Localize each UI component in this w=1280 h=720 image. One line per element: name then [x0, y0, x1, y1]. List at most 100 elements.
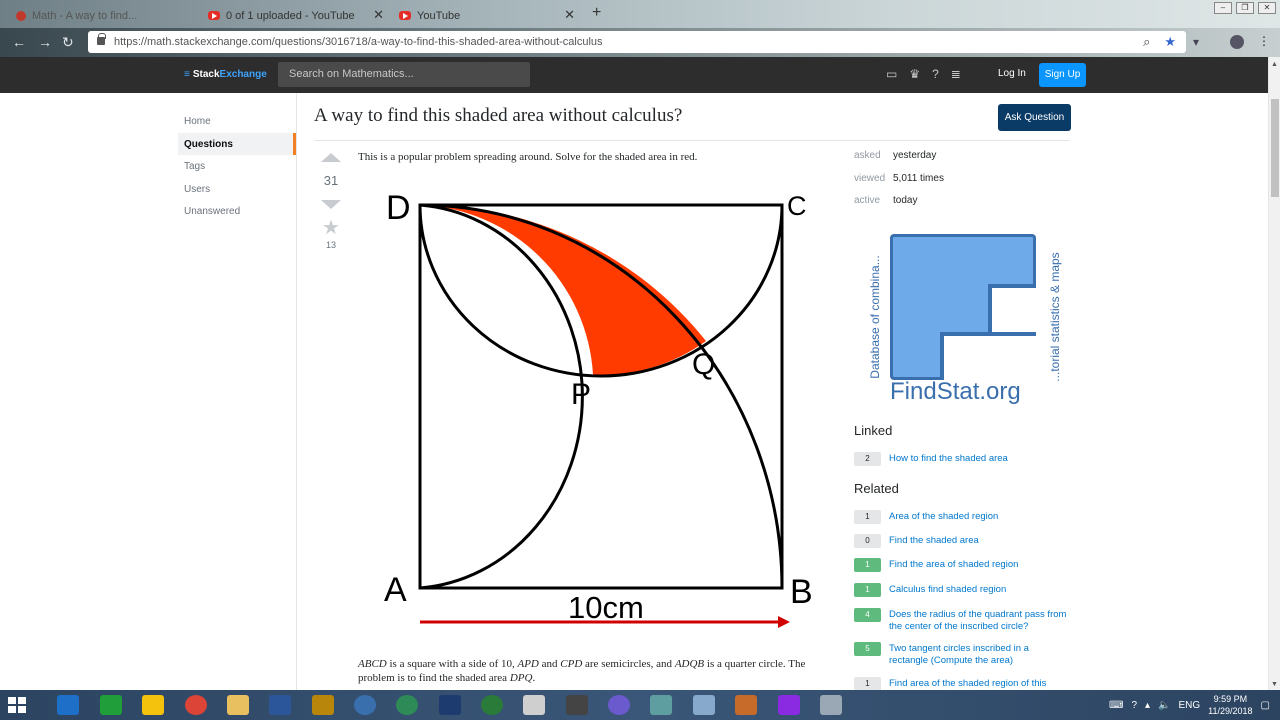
favorite-star-icon[interactable]: ★	[318, 215, 344, 240]
clock-time: 9:59 PM	[1213, 694, 1248, 704]
address-bar[interactable]: https://math.stackexchange.com/questions…	[88, 31, 1186, 53]
related-item[interactable]: 1 Area of the shaded region	[854, 510, 1070, 524]
related-link[interactable]: Find the shaded area	[889, 534, 979, 548]
close-tab-icon[interactable]: ✕	[564, 7, 575, 23]
related-heading: Related	[854, 481, 899, 496]
store-app-icon[interactable]	[100, 695, 122, 715]
stat-value: 5,011 times	[893, 172, 944, 184]
search-input[interactable]: Search on Mathematics...	[278, 62, 530, 87]
bookmark-star-icon[interactable]: ★	[1164, 34, 1176, 50]
app-icon[interactable]	[778, 695, 800, 715]
keyboard-icon[interactable]: ⌨	[1109, 700, 1123, 711]
label-a: A	[384, 571, 407, 609]
related-item[interactable]: 1 Find area of the shaded region of this	[854, 677, 1070, 691]
volume-icon[interactable]: 🔈	[1158, 700, 1170, 711]
app-icon[interactable]	[439, 695, 461, 715]
app-icon[interactable]	[523, 695, 545, 715]
related-item[interactable]: 1 Find the area of shaded region	[854, 558, 1070, 572]
file-explorer-icon[interactable]	[227, 695, 249, 715]
nav-item-users[interactable]: Users	[178, 178, 296, 200]
app-icon[interactable]	[354, 695, 376, 715]
related-link[interactable]: Find the area of shaded region	[889, 558, 1018, 572]
related-item[interactable]: 0 Find the shaded area	[854, 534, 1070, 548]
help-icon[interactable]: ?	[932, 67, 939, 81]
browser-tab-active[interactable]: YouTube ✕	[391, 3, 579, 28]
tray-overflow-icon[interactable]: ▴	[1145, 700, 1150, 711]
chrome-app-icon[interactable]	[185, 695, 207, 715]
page-scrollbar[interactable]: ▲ ▼	[1268, 57, 1280, 690]
close-tab-icon[interactable]: ✕	[373, 7, 384, 23]
forward-icon[interactable]: →	[38, 34, 52, 50]
related-item[interactable]: 5 Two tangent circles inscribed in a rec…	[854, 642, 1070, 667]
windows-start-icon[interactable]	[8, 697, 26, 713]
stat-value[interactable]: today	[893, 195, 917, 218]
menu-icon[interactable]: ⋮	[1258, 34, 1270, 48]
downvote-arrow-icon[interactable]	[321, 200, 341, 209]
extension-icon[interactable]: ▾	[1193, 35, 1199, 49]
help-app-icon[interactable]	[57, 695, 79, 715]
browser-toolbar: ← → ↻ https://math.stackexchange.com/que…	[0, 28, 1280, 57]
related-link[interactable]: Two tangent circles inscribed in a recta…	[889, 642, 1070, 667]
related-link[interactable]: Find area of the shaded region of this	[889, 677, 1046, 691]
pdf-app-icon[interactable]	[312, 695, 334, 715]
nav-item-tags[interactable]: Tags	[178, 155, 296, 177]
app-icon[interactable]	[566, 695, 588, 715]
related-link[interactable]: Calculus find shaded region	[889, 583, 1006, 597]
nav-item-questions[interactable]: Questions	[178, 133, 296, 155]
clock[interactable]: 9:59 PM 11/29/2018	[1208, 693, 1252, 717]
login-link[interactable]: Log In	[998, 68, 1026, 79]
drive-app-icon[interactable]	[142, 695, 164, 715]
maximize-button[interactable]: ❐	[1236, 2, 1254, 14]
related-item[interactable]: 1 Calculus find shaded region	[854, 583, 1070, 597]
answer-count-badge: 4	[854, 608, 881, 622]
back-icon[interactable]: ←	[12, 34, 26, 50]
arrow-head-icon	[778, 616, 790, 628]
app-icon[interactable]	[650, 695, 672, 715]
vote-count: 31	[323, 173, 339, 188]
nav-item-home[interactable]: Home	[178, 110, 296, 132]
signup-button[interactable]: Sign Up	[1039, 63, 1086, 87]
browser-tab[interactable]: 0 of 1 uploaded - YouTube ✕	[200, 3, 388, 28]
scroll-thumb[interactable]	[1271, 99, 1279, 197]
nav-item-unanswered[interactable]: Unanswered	[178, 200, 296, 222]
scroll-up-icon[interactable]: ▲	[1271, 61, 1278, 68]
stackexchange-logo[interactable]: StackExchange	[184, 69, 267, 80]
help-tray-icon[interactable]: ?	[1131, 700, 1137, 711]
achievements-icon[interactable]: ♛	[909, 67, 920, 81]
profile-avatar[interactable]	[1230, 35, 1244, 49]
related-link[interactable]: Area of the shaded region	[889, 510, 998, 524]
word-app-icon[interactable]	[269, 695, 291, 715]
linked-item[interactable]: 2 How to find the shaded area	[854, 452, 1070, 466]
scroll-down-icon[interactable]: ▼	[1271, 681, 1278, 688]
favorite-count: 13	[325, 240, 336, 250]
notifications-icon[interactable]: ▢	[1261, 700, 1270, 711]
ad-right-text: ...torial statistics & maps	[1048, 252, 1062, 382]
linked-link[interactable]: How to find the shaded area	[889, 452, 1008, 466]
ad-left-text: Database of combina...	[868, 255, 882, 379]
label-p: P	[571, 378, 591, 411]
app-icon[interactable]	[608, 695, 630, 715]
findstat-ad[interactable]: Database of combina... ...torial statist…	[860, 230, 1070, 415]
minimize-button[interactable]: –	[1214, 2, 1232, 14]
browser-tab[interactable]: Math - A way to find...	[8, 3, 198, 28]
app-icon[interactable]	[396, 695, 418, 715]
site-switcher-icon[interactable]: ≣	[951, 67, 961, 81]
clock-date: 11/29/2018	[1208, 706, 1253, 716]
inbox-icon[interactable]: ▭	[886, 67, 897, 81]
reload-icon[interactable]: ↻	[62, 34, 74, 51]
related-link[interactable]: Does the radius of the quadrant pass fro…	[889, 608, 1070, 633]
language-indicator[interactable]: ENG	[1178, 700, 1200, 711]
app-icon[interactable]	[693, 695, 715, 715]
new-tab-button[interactable]: +	[592, 4, 601, 22]
app-icon[interactable]	[481, 695, 503, 715]
close-window-button[interactable]: ✕	[1258, 2, 1276, 14]
zoom-icon[interactable]: ⌕	[1143, 34, 1150, 50]
related-item[interactable]: 4 Does the radius of the quadrant pass f…	[854, 608, 1070, 633]
app-icon[interactable]	[820, 695, 842, 715]
upvote-arrow-icon[interactable]	[321, 153, 341, 162]
stat-value[interactable]: yesterday	[893, 150, 936, 173]
answer-count-badge: 2	[854, 452, 881, 466]
ask-question-button[interactable]: Ask Question	[998, 104, 1071, 131]
question-title[interactable]: A way to find this shaded area without c…	[314, 105, 682, 127]
app-icon[interactable]	[735, 695, 757, 715]
